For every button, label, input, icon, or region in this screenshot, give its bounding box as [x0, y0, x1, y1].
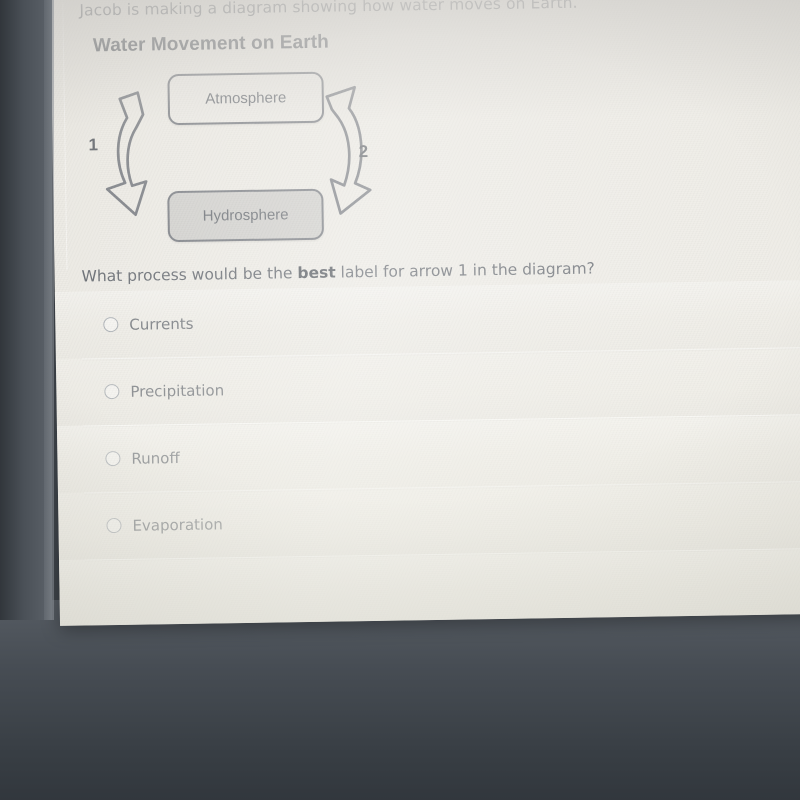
answer-option-evaporation-label: Evaporation [132, 514, 223, 535]
answer-option-runoff-label: Runoff [131, 448, 180, 468]
intro-text: Jacob is making a diagram showing how wa… [79, 0, 578, 20]
answer-option-precipitation-label: Precipitation [130, 380, 225, 401]
diagram-node-atmosphere-label: Atmosphere [205, 89, 287, 108]
answer-option-evaporation[interactable]: Evaporation [53, 480, 800, 560]
option-card-edge [62, 1, 68, 270]
radio-button-currents[interactable] [103, 316, 119, 333]
answer-option-runoff[interactable]: Runoff [52, 413, 800, 494]
radio-button-evaporation[interactable] [106, 517, 122, 534]
arrow-2-label: 2 [358, 142, 369, 162]
question-suffix: label for arrow 1 in the diagram? [335, 259, 595, 282]
photo-of-screen: Jacob is making a diagram showing how wa… [0, 0, 800, 800]
diagram-node-hydrosphere: Hydrosphere [167, 188, 325, 243]
desk-surface-lower [0, 600, 800, 800]
diagram-node-hydrosphere-label: Hydrosphere [202, 206, 289, 225]
answer-options-list: Currents Precipitation Runoff Evaporatio… [50, 1, 800, 626]
answer-option-currents[interactable]: Currents [50, 279, 800, 360]
radio-button-runoff[interactable] [105, 450, 121, 467]
question-emphasis: best [297, 263, 336, 283]
answer-option-currents-label: Currents [129, 314, 194, 334]
diagram-node-atmosphere: Atmosphere [167, 71, 325, 126]
water-movement-diagram: Atmosphere Hydrosphere 1 2 [85, 60, 418, 245]
diagram-title: Water Movement on Earth [92, 31, 330, 57]
screen-area: Jacob is making a diagram showing how wa… [50, 0, 800, 626]
answer-option-precipitation[interactable]: Precipitation [51, 346, 800, 427]
answer-options-bottom-spacer [55, 547, 800, 626]
monitor-bezel-left-highlight [44, 0, 54, 620]
arrow-1-label: 1 [88, 135, 99, 155]
question-prefix: What process would be the [81, 264, 298, 286]
question-content: Jacob is making a diagram showing how wa… [50, 0, 800, 626]
arrow-1-icon [105, 91, 148, 217]
radio-button-precipitation[interactable] [104, 383, 120, 400]
